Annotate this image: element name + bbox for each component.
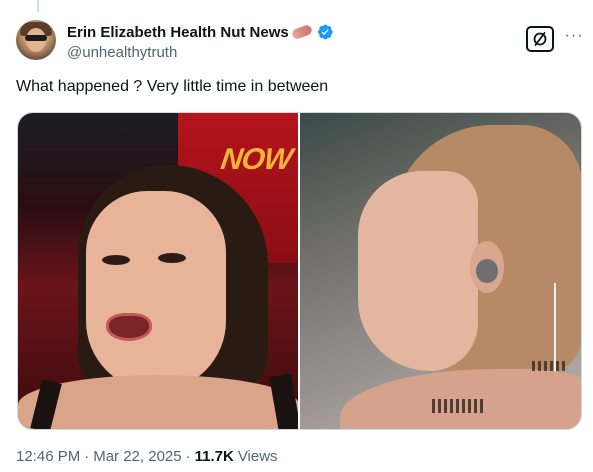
photo-right-tattoo bbox=[432, 399, 484, 413]
meta-separator: · bbox=[185, 448, 191, 465]
media-photo-left[interactable]: NOW bbox=[18, 113, 298, 429]
display-name-row: Erin Elizabeth Health Nut News bbox=[67, 22, 334, 42]
views-label: Views bbox=[237, 448, 278, 465]
tweet: Erin Elizabeth Health Nut News @unhealth… bbox=[0, 0, 593, 472]
author-handle[interactable]: @unhealthytruth bbox=[67, 44, 334, 61]
avatar-sunglasses bbox=[25, 35, 47, 41]
tweet-date[interactable]: Mar 22, 2025 bbox=[93, 448, 181, 465]
meta-separator: · bbox=[84, 448, 90, 465]
tweet-time[interactable]: 12:46 PM bbox=[16, 448, 80, 465]
tweet-text: What happened ? Very little time in betw… bbox=[16, 78, 329, 95]
more-options-button[interactable]: ··· bbox=[564, 26, 584, 46]
media-photo-right[interactable] bbox=[300, 113, 581, 429]
author-names: Erin Elizabeth Health Nut News @unhealth… bbox=[67, 22, 334, 61]
peanut-emoji-icon bbox=[290, 23, 313, 41]
grok-slash-circle-icon bbox=[533, 32, 547, 46]
views-count[interactable]: 11.7K bbox=[195, 448, 234, 465]
grok-button[interactable] bbox=[526, 26, 554, 52]
more-dots-icon: ··· bbox=[564, 27, 584, 44]
tweet-header: Erin Elizabeth Health Nut News @unhealth… bbox=[16, 20, 584, 62]
verified-badge-icon bbox=[317, 24, 333, 40]
photo-left-face bbox=[86, 191, 226, 391]
tweet-media: NOW bbox=[17, 112, 582, 430]
photo-right-tattoo bbox=[532, 361, 568, 371]
now-overlay-text: NOW bbox=[218, 143, 294, 176]
photo-left-mouth bbox=[106, 313, 152, 341]
photo-right-in-ear-monitor bbox=[476, 259, 498, 283]
author-display-name[interactable]: Erin Elizabeth Health Nut News bbox=[67, 24, 289, 41]
tweet-meta: 12:46 PM · Mar 22, 2025 · 11.7K Views bbox=[16, 448, 278, 465]
photo-right-face bbox=[358, 171, 478, 371]
author-avatar[interactable] bbox=[16, 20, 56, 60]
photo-left-eye bbox=[102, 255, 130, 265]
photo-left-eye bbox=[158, 253, 186, 263]
